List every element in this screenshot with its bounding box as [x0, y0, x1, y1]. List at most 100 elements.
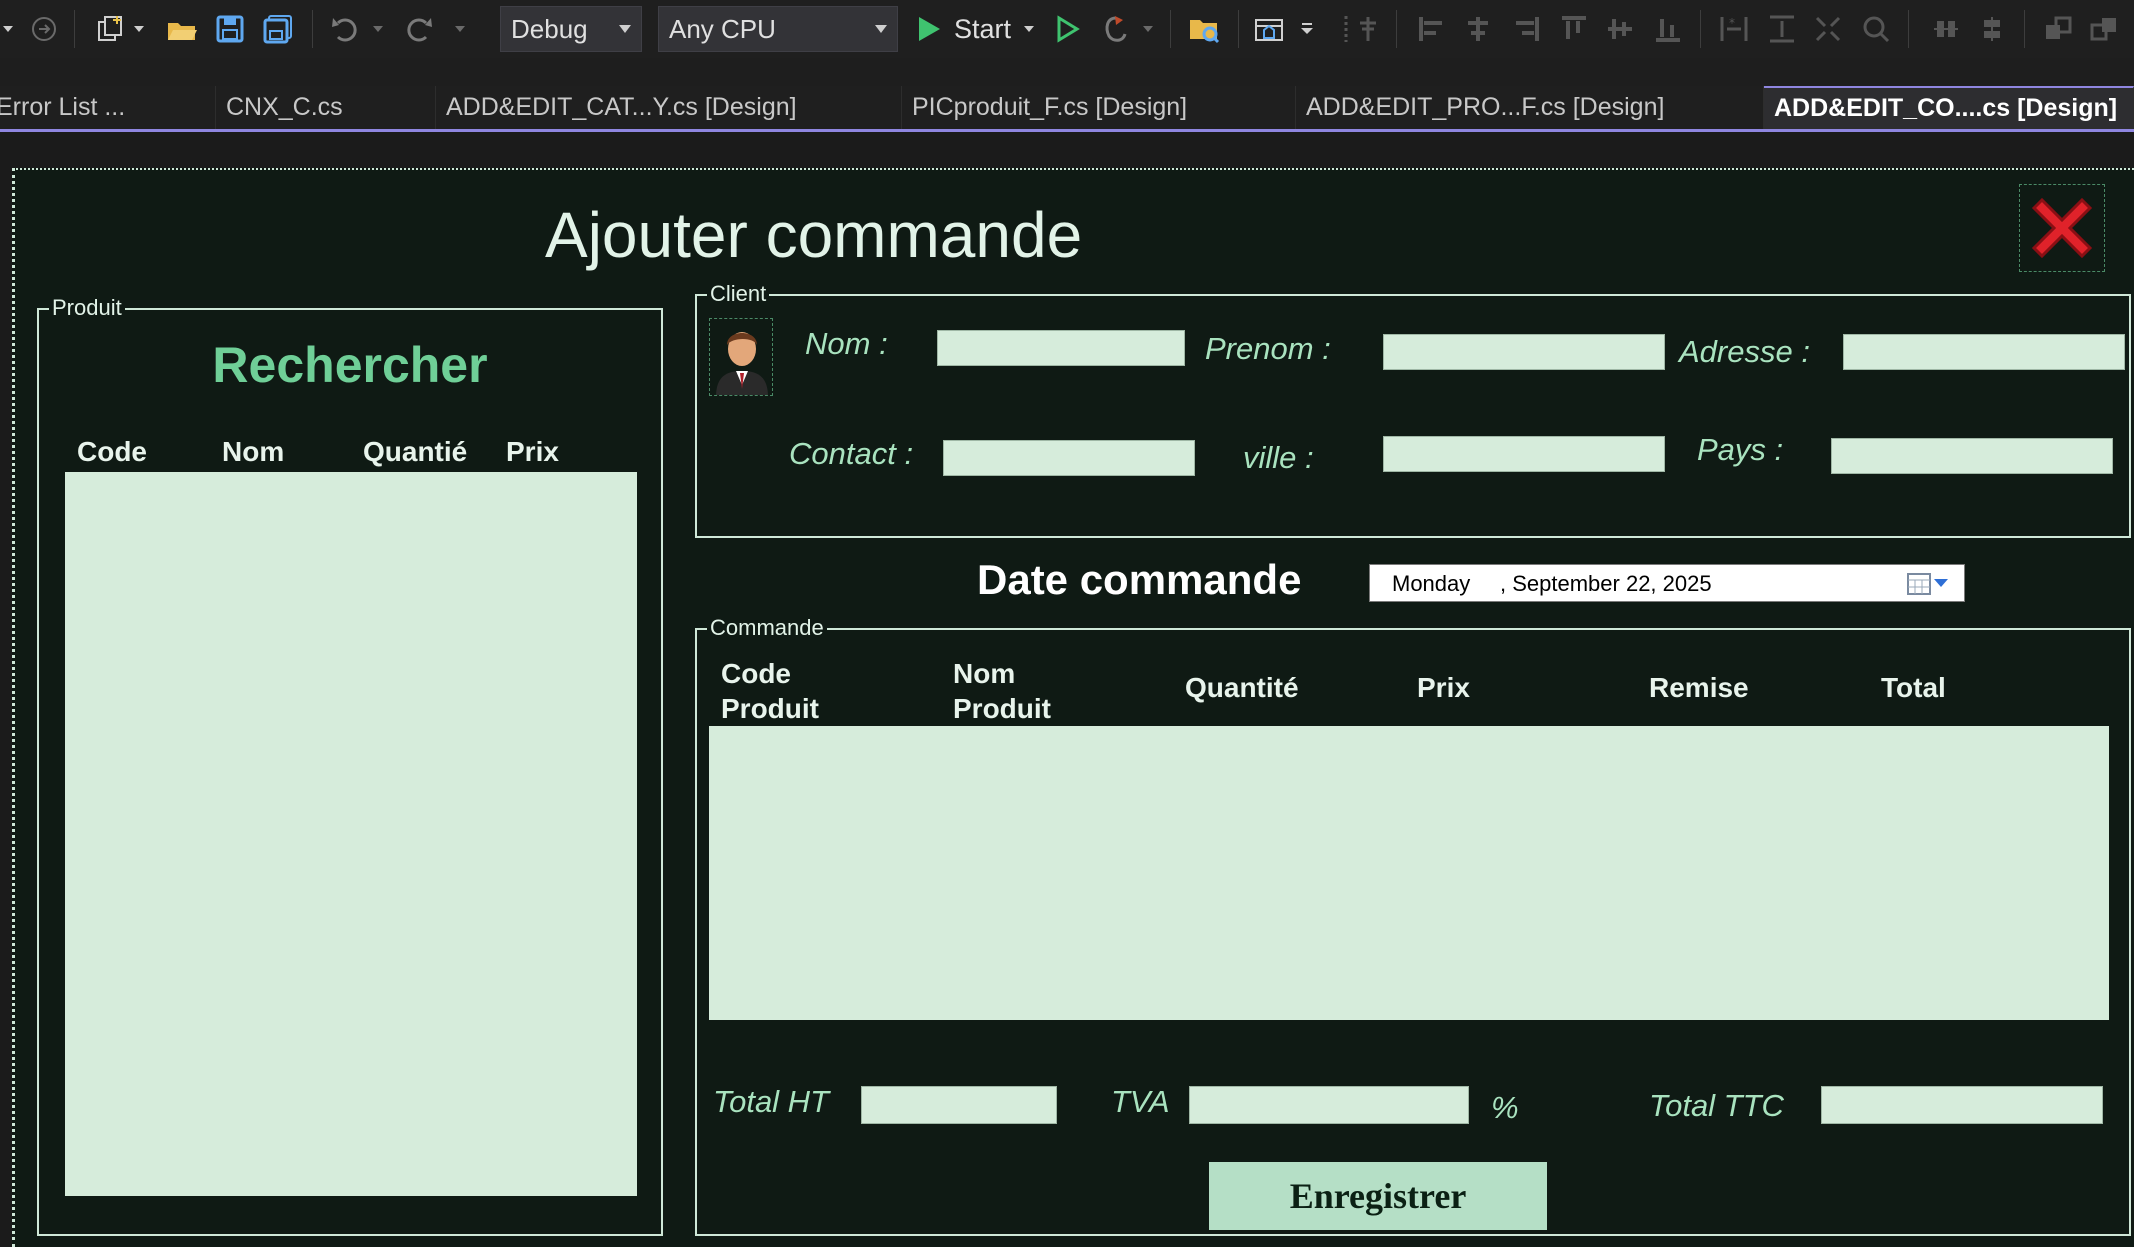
form-title: Ajouter commande	[545, 199, 1083, 271]
configuration-dropdown[interactable]: Debug	[500, 6, 642, 52]
column-header-prix[interactable]: Prix	[1417, 672, 1470, 704]
tab-add-edit-category-design[interactable]: ADD&EDIT_CAT...Y.cs [Design]	[436, 86, 902, 129]
column-header-code[interactable]: Code	[77, 436, 147, 468]
total-ttc-label: Total TTC	[1649, 1088, 1784, 1123]
column-header-nom[interactable]: Nom	[222, 436, 284, 468]
date-commande-picker[interactable]: Monday , September 22, 2025	[1369, 564, 1965, 602]
close-icon	[2031, 197, 2093, 259]
tab-cnx-c[interactable]: CNX_C.cs	[216, 86, 436, 129]
column-header-quantite[interactable]: Quantié	[363, 436, 467, 468]
chevron-down-icon[interactable]	[1296, 13, 1318, 45]
date-commande-label: Date commande	[977, 556, 1302, 603]
align-bottoms-icon[interactable]	[1652, 13, 1684, 45]
calendar-dropdown-icon[interactable]	[1906, 571, 1950, 597]
start-without-debug-icon[interactable]	[1052, 13, 1084, 45]
nom-label: Nom :	[805, 326, 888, 361]
zoom-icon[interactable]	[1860, 13, 1892, 45]
nom-field[interactable]	[937, 330, 1185, 366]
column-header-remise[interactable]: Remise	[1649, 672, 1749, 704]
hot-reload-icon[interactable]	[1100, 13, 1132, 45]
rechercher-label[interactable]: Rechercher	[39, 336, 661, 394]
tab-label: ADD&EDIT_CAT...Y.cs [Design]	[446, 93, 797, 121]
chevron-down-icon[interactable]	[370, 13, 386, 45]
produit-grid[interactable]: Code Nom Quantié Prix	[65, 430, 637, 1216]
enregistrer-button[interactable]: Enregistrer	[1209, 1162, 1547, 1230]
chevron-down-icon[interactable]	[0, 13, 16, 45]
tab-add-edit-produit-design[interactable]: ADD&EDIT_PRO...F.cs [Design]	[1296, 86, 1764, 129]
column-header-quantite[interactable]: Quantité	[1185, 672, 1299, 704]
tva-field[interactable]	[1189, 1086, 1469, 1124]
commande-grid-header: Code Produit Nom Produit Quantité Prix R…	[709, 650, 2109, 726]
column-header-code-produit[interactable]: Code Produit	[721, 656, 819, 726]
commande-grid[interactable]: Code Produit Nom Produit Quantité Prix R…	[709, 650, 2109, 1020]
ville-label: ville :	[1243, 440, 1314, 475]
percent-label: %	[1491, 1090, 1519, 1125]
bring-to-front-icon[interactable]	[2042, 13, 2074, 45]
send-to-back-icon[interactable]	[2088, 13, 2120, 45]
align-centers-icon[interactable]	[1462, 13, 1494, 45]
toolbox-icon[interactable]	[1254, 13, 1286, 45]
chevron-down-icon[interactable]	[452, 13, 468, 45]
column-header-line: Produit	[721, 693, 819, 724]
save-all-icon[interactable]	[262, 13, 294, 45]
total-ht-label: Total HT	[713, 1084, 830, 1119]
tab-picproduit-design[interactable]: PICproduit_F.cs [Design]	[902, 86, 1296, 129]
tab-label: ADD&EDIT_CO....cs [Design]	[1774, 94, 2118, 122]
produit-group-caption: Produit	[49, 295, 125, 321]
column-header-line: Code	[721, 658, 791, 689]
column-header-line: Produit	[953, 693, 1051, 724]
configuration-value: Debug	[511, 13, 588, 44]
start-label: Start	[954, 13, 1012, 44]
chevron-down-icon	[1024, 26, 1035, 32]
pays-label: Pays :	[1697, 432, 1784, 467]
align-middles-icon[interactable]	[1604, 13, 1636, 45]
commande-group: Commande Code Produit Nom Produit Quanti…	[695, 615, 2131, 1236]
client-avatar[interactable]	[709, 318, 773, 396]
adresse-field[interactable]	[1843, 334, 2125, 370]
commande-form[interactable]: Ajouter commande Produit Rechercher Code…	[12, 168, 2134, 1247]
prenom-label: Prenom :	[1205, 331, 1331, 366]
total-ttc-field[interactable]	[1821, 1086, 2103, 1124]
tab-label: PICproduit_F.cs [Design]	[912, 93, 1188, 121]
produit-grid-body[interactable]	[65, 472, 637, 1196]
column-header-nom-produit[interactable]: Nom Produit	[953, 656, 1051, 726]
align-rights-icon[interactable]	[1510, 13, 1542, 45]
forward-icon[interactable]	[28, 13, 60, 45]
size-to-grid-icon[interactable]	[1812, 13, 1844, 45]
start-icon	[919, 17, 940, 41]
tab-label: CNX_C.cs	[226, 93, 343, 121]
open-folder-icon[interactable]	[166, 13, 198, 45]
tab-error-list[interactable]: Error List ...	[0, 86, 216, 129]
new-project-icon[interactable]	[94, 13, 126, 45]
make-same-height-icon[interactable]	[1766, 13, 1798, 45]
align-lefts-icon[interactable]	[1416, 13, 1448, 45]
adresse-label: Adresse :	[1679, 334, 1810, 369]
column-header-prix[interactable]: Prix	[506, 436, 559, 468]
center-horizontally-icon[interactable]	[1930, 13, 1962, 45]
chevron-down-icon	[619, 25, 631, 33]
platform-dropdown[interactable]: Any CPU	[658, 6, 898, 52]
date-value: , September 22, 2025	[1500, 571, 1712, 596]
align-to-grid-icon[interactable]	[1352, 13, 1384, 45]
tva-label: TVA	[1111, 1084, 1170, 1119]
chevron-down-icon[interactable]	[130, 13, 148, 45]
contact-field[interactable]	[943, 440, 1195, 476]
total-ht-field[interactable]	[861, 1086, 1057, 1124]
save-icon[interactable]	[214, 13, 246, 45]
tab-add-edit-commande-design[interactable]: ADD&EDIT_CO....cs [Design]	[1764, 86, 2134, 129]
ville-field[interactable]	[1383, 436, 1665, 472]
align-tops-icon[interactable]	[1558, 13, 1590, 45]
chevron-down-icon[interactable]	[1140, 13, 1156, 45]
redo-icon[interactable]	[404, 13, 436, 45]
commande-grid-body[interactable]	[709, 726, 2109, 1020]
prenom-field[interactable]	[1383, 334, 1665, 370]
produit-group: Produit Rechercher Code Nom Quantié Prix	[37, 295, 663, 1236]
column-header-total[interactable]: Total	[1881, 672, 1946, 704]
center-vertically-icon[interactable]	[1976, 13, 2008, 45]
pays-field[interactable]	[1831, 438, 2113, 474]
undo-icon[interactable]	[328, 13, 360, 45]
solution-explorer-icon[interactable]	[1188, 13, 1220, 45]
make-same-width-icon[interactable]: *	[1718, 13, 1750, 45]
start-button[interactable]: Start	[916, 8, 1035, 50]
close-button[interactable]	[2019, 184, 2105, 272]
